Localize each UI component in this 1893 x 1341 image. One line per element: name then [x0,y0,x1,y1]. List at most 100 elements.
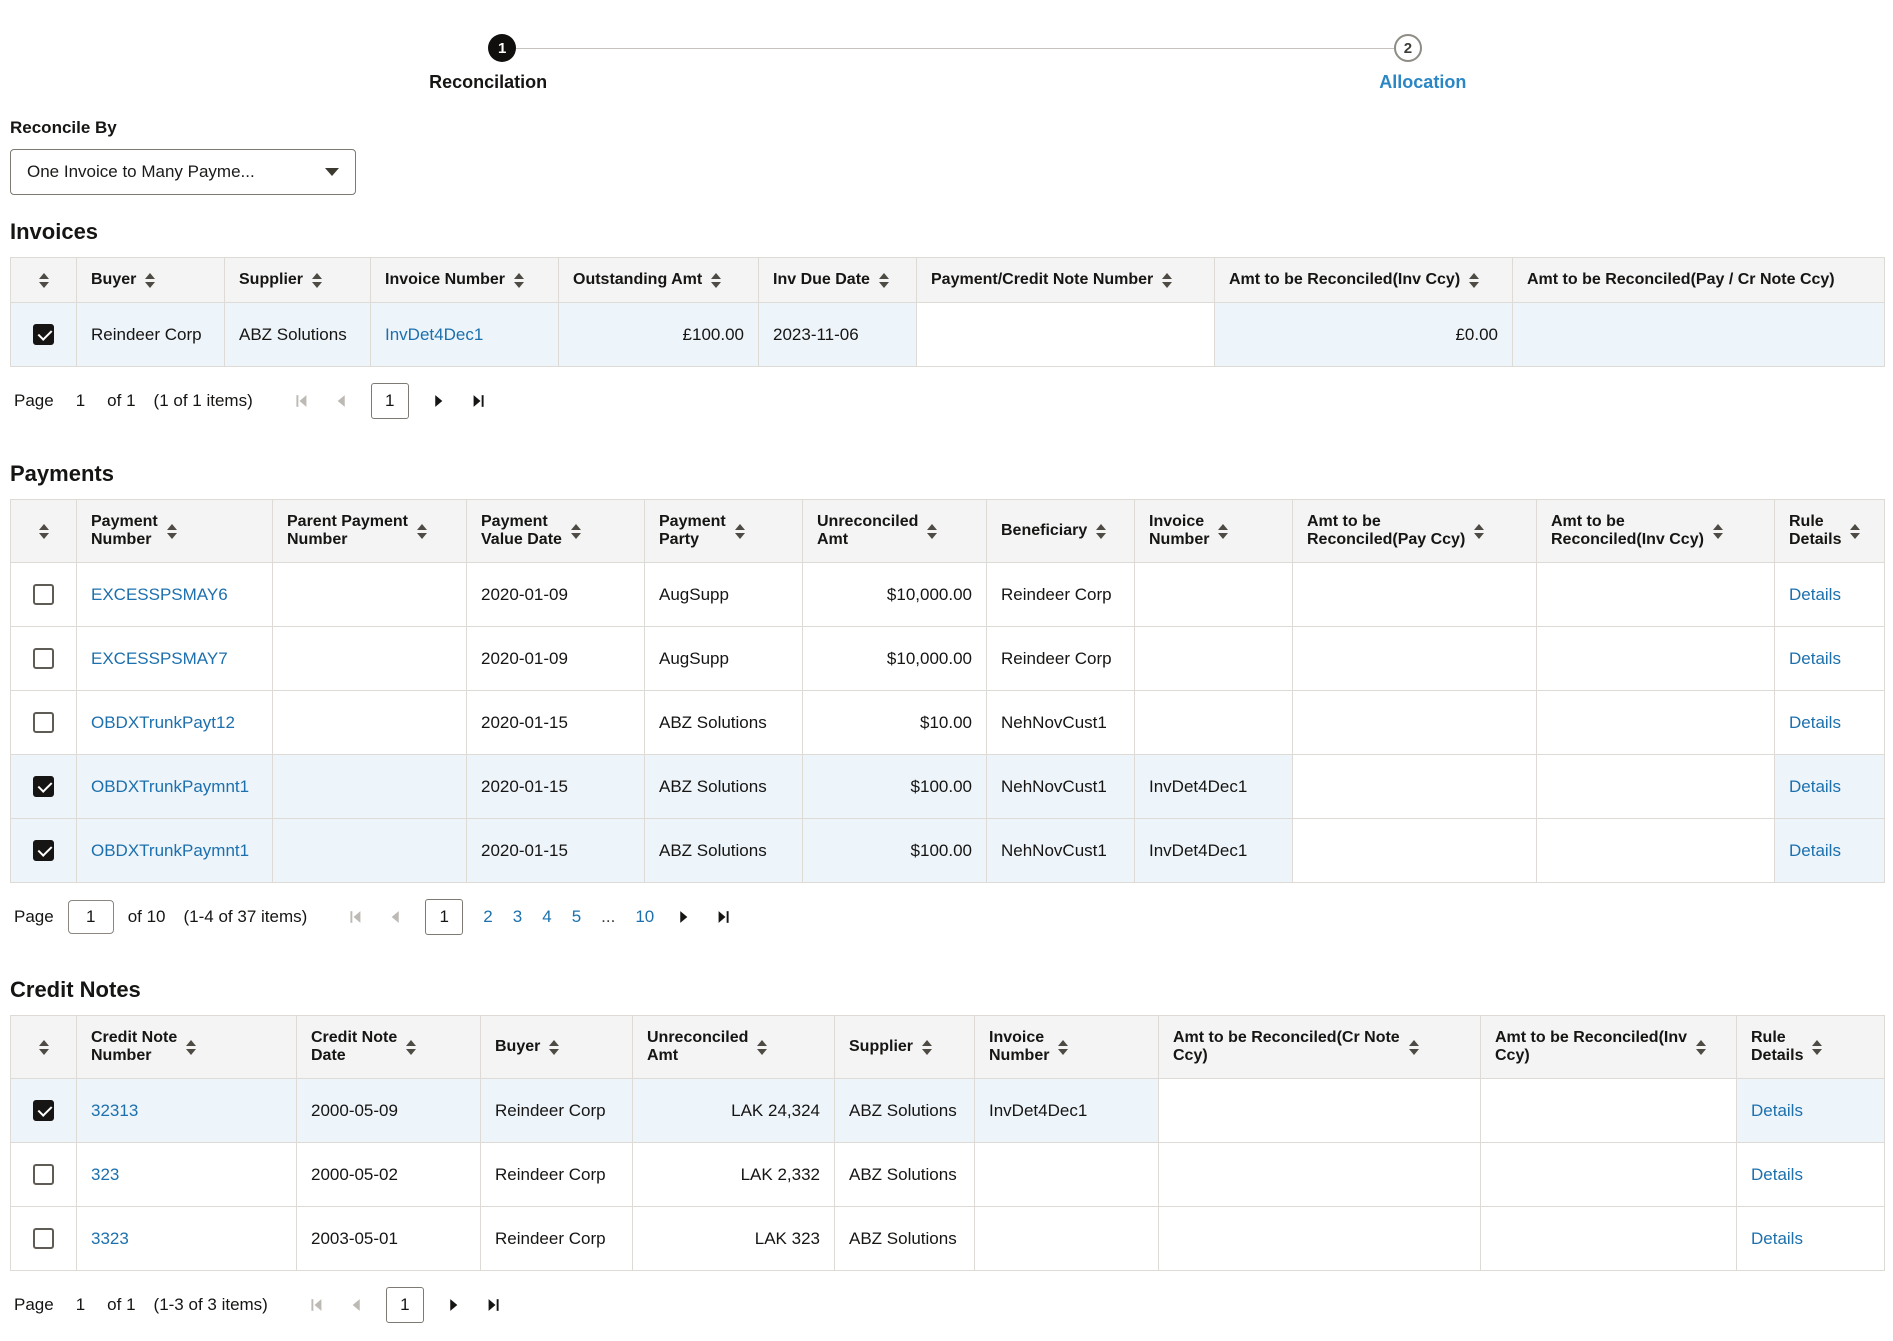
row-checkbox[interactable] [33,1100,54,1122]
first-page-icon[interactable] [345,907,365,927]
payments-col-select[interactable] [10,499,77,564]
current-page-button[interactable]: 1 [370,383,409,420]
cell-amt-reconciled-inv-ccy-input[interactable] [1536,818,1775,884]
row-checkbox[interactable] [33,324,54,346]
credit-note-number-link[interactable]: 3323 [91,1229,129,1248]
rule-details-link[interactable]: Details [1789,777,1841,796]
cell-amt-reconciled-pay-ccy-input[interactable] [1292,562,1537,628]
payments-col-payment-value-date[interactable]: Payment Value Date [466,499,645,564]
credit-note-row[interactable]: 3323 2003-05-01 Reindeer Corp LAK 323 AB… [10,1206,1885,1272]
sort-icon[interactable] [39,1040,49,1055]
cell-amt-reconciled-inv-ccy-input[interactable] [1480,1206,1737,1272]
sort-icon[interactable] [571,524,581,539]
page-link[interactable]: 3 [513,907,522,927]
payments-col-payment-number[interactable]: Payment Number [76,499,273,564]
credit-notes-col-credit-note-date[interactable]: Credit Note Date [296,1015,481,1080]
payments-col-beneficiary[interactable]: Beneficiary [986,499,1135,564]
sort-icon[interactable] [186,1040,196,1055]
sort-icon[interactable] [1474,524,1484,539]
sort-icon[interactable] [1812,1040,1822,1055]
credit-notes-col-supplier[interactable]: Supplier [834,1015,975,1080]
payment-number-link[interactable]: OBDXTrunkPayt12 [91,713,235,732]
page-link[interactable]: 2 [483,907,492,927]
cell-amt-reconciled-cr-note-ccy-input[interactable] [1158,1142,1481,1208]
cell-payment-credit-note-number-input[interactable] [916,301,1215,368]
payment-number-link[interactable]: OBDXTrunkPaymnt1 [91,777,249,796]
credit-notes-col-credit-note-number[interactable]: Credit Note Number [76,1015,297,1080]
sort-icon[interactable] [1696,1040,1706,1055]
sort-icon[interactable] [39,524,49,539]
payment-row[interactable]: EXCESSPSMAY6 2020-01-09 AugSupp $10,000.… [10,562,1885,628]
sort-icon[interactable] [757,1040,767,1055]
credit-notes-col-rule-details[interactable]: Rule Details [1736,1015,1885,1080]
step-2-label[interactable]: Allocation [1379,72,1466,93]
sort-icon[interactable] [922,1040,932,1055]
invoices-col-supplier[interactable]: Supplier [224,257,371,303]
last-page-icon[interactable] [469,391,489,411]
page-number[interactable]: 1 [76,1295,85,1315]
rule-details-link[interactable]: Details [1789,585,1841,604]
payment-number-link[interactable]: OBDXTrunkPaymnt1 [91,841,249,860]
next-page-icon[interactable] [674,907,694,927]
rule-details-link[interactable]: Details [1789,841,1841,860]
sort-icon[interactable] [417,524,427,539]
credit-notes-col-amt-reconciled-cr-note-ccy[interactable]: Amt to be Reconciled(Cr Note Ccy) [1158,1015,1481,1080]
row-checkbox[interactable] [33,776,54,798]
sort-icon[interactable] [1409,1040,1419,1055]
prev-page-icon[interactable] [385,907,405,927]
row-checkbox[interactable] [33,648,54,670]
last-page-icon[interactable] [484,1295,504,1315]
row-checkbox[interactable] [33,584,54,606]
sort-icon[interactable] [1713,524,1723,539]
invoice-number-link[interactable]: InvDet4Dec1 [385,325,483,344]
invoices-col-amt-reconciled-pay-cr-note-ccy[interactable]: Amt to be Reconciled(Pay / Cr Note Ccy) [1512,257,1885,303]
current-page-button[interactable]: 1 [425,899,464,936]
row-checkbox[interactable] [33,1228,54,1250]
first-page-icon[interactable] [306,1295,326,1315]
rule-details-link[interactable]: Details [1789,713,1841,732]
credit-notes-col-invoice-number[interactable]: Invoice Number [974,1015,1159,1080]
payments-col-parent-payment-number[interactable]: Parent Payment Number [272,499,467,564]
sort-icon[interactable] [167,524,177,539]
row-checkbox[interactable] [33,840,54,862]
sort-icon[interactable] [549,1040,559,1055]
credit-note-number-link[interactable]: 32313 [91,1101,138,1120]
payment-row[interactable]: OBDXTrunkPayt12 2020-01-15 ABZ Solutions… [10,690,1885,756]
sort-icon[interactable] [312,273,322,288]
step-1-indicator[interactable]: 1 [488,34,517,62]
payments-col-payment-party[interactable]: Payment Party [644,499,803,564]
sort-icon[interactable] [735,524,745,539]
sort-icon[interactable] [711,273,721,288]
payment-row[interactable]: OBDXTrunkPaymnt1 2020-01-15 ABZ Solution… [10,818,1885,884]
rule-details-link[interactable]: Details [1751,1101,1803,1120]
payments-col-amt-reconciled-inv-ccy[interactable]: Amt to be Reconciled(Inv Ccy) [1536,499,1775,564]
sort-icon[interactable] [39,273,49,288]
cell-amt-reconciled-inv-ccy-input[interactable] [1536,626,1775,692]
current-page-button[interactable]: 1 [385,1287,424,1324]
row-checkbox[interactable] [33,1164,54,1186]
sort-icon[interactable] [879,273,889,288]
cell-amt-reconciled-cr-note-ccy-input[interactable] [1158,1206,1481,1272]
payment-number-link[interactable]: EXCESSPSMAY6 [91,585,228,604]
payment-number-link[interactable]: EXCESSPSMAY7 [91,649,228,668]
sort-icon[interactable] [1850,524,1860,539]
invoices-col-payment-credit-note-number[interactable]: Payment/Credit Note Number [916,257,1215,303]
sort-icon[interactable] [1469,273,1479,288]
next-page-icon[interactable] [429,391,449,411]
cell-amt-reconciled-pay-ccy-input[interactable] [1292,818,1537,884]
step-2-indicator[interactable]: 2 [1393,34,1422,62]
sort-icon[interactable] [1058,1040,1068,1055]
payment-row[interactable]: OBDXTrunkPaymnt1 2020-01-15 ABZ Solution… [10,754,1885,820]
page-link[interactable]: 5 [572,907,581,927]
rule-details-link[interactable]: Details [1751,1165,1803,1184]
row-checkbox[interactable] [33,712,54,734]
credit-note-row[interactable]: 323 2000-05-02 Reindeer Corp LAK 2,332 A… [10,1142,1885,1208]
credit-notes-col-buyer[interactable]: Buyer [480,1015,633,1080]
cell-amt-reconciled-inv-ccy-input[interactable] [1536,754,1775,820]
payment-row[interactable]: EXCESSPSMAY7 2020-01-09 AugSupp $10,000.… [10,626,1885,692]
sort-icon[interactable] [1218,524,1228,539]
sort-icon[interactable] [514,273,524,288]
payments-col-invoice-number[interactable]: Invoice Number [1134,499,1293,564]
reconcile-by-select[interactable]: One Invoice to Many Payme... [10,149,356,195]
cell-amt-reconciled-inv-ccy-input[interactable] [1480,1078,1737,1144]
